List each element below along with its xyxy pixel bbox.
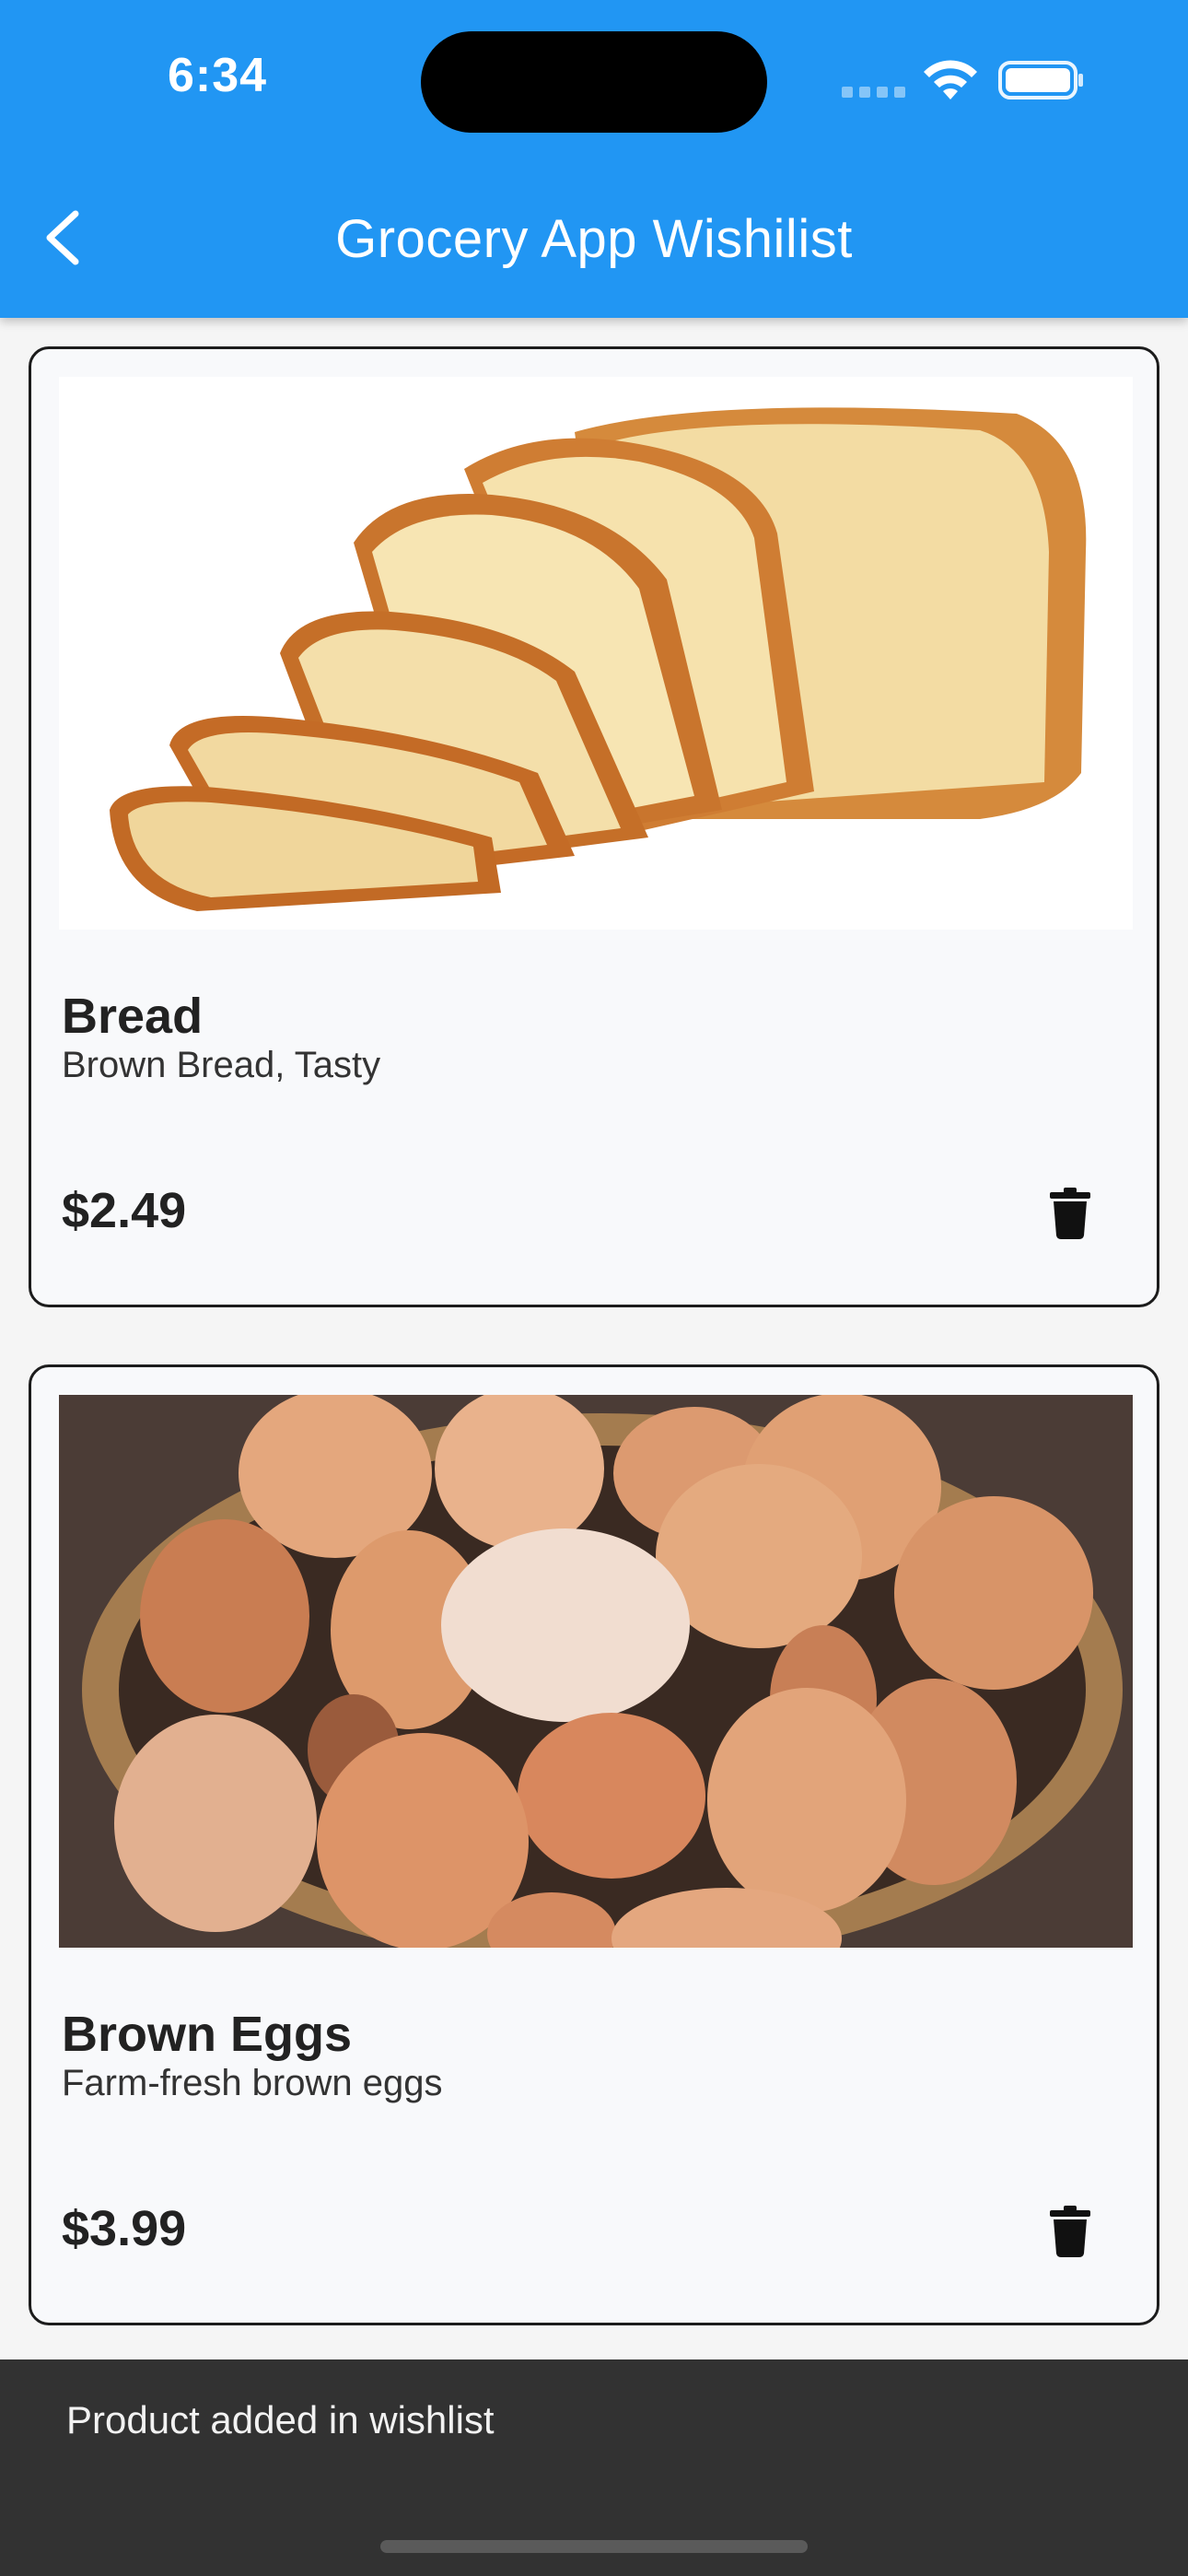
app-bar: 6:34 Grocery App Wishilist (0, 0, 1188, 318)
product-price: $3.99 (62, 2201, 187, 2256)
product-price: $2.49 (62, 1183, 187, 1238)
wishlist-screen: 6:34 Grocery App Wishilist Bread Brown B… (0, 0, 1188, 2576)
page-title: Grocery App Wishilist (335, 209, 853, 269)
delete-button[interactable] (1033, 2195, 1107, 2268)
trash-icon (1050, 1188, 1090, 1239)
product-name: Bread (62, 989, 204, 1044)
brown-eggs-image (59, 1395, 1133, 1948)
product-description: Farm-fresh brown eggs (62, 2063, 443, 2103)
wifi-icon (924, 60, 977, 100)
product-name: Brown Eggs (62, 2007, 353, 2062)
bread-image (59, 377, 1133, 930)
status-time: 6:34 (168, 49, 268, 102)
trash-icon (1050, 2206, 1090, 2257)
home-indicator[interactable] (380, 2540, 808, 2553)
wishlist-card[interactable]: Brown Eggs Farm-fresh brown eggs $3.99 (29, 1364, 1159, 2325)
snackbar-message: Product added in wishlist (66, 2398, 495, 2441)
delete-button[interactable] (1033, 1177, 1107, 1250)
dynamic-island (421, 31, 767, 133)
product-description: Brown Bread, Tasty (62, 1045, 381, 1085)
battery-icon (998, 61, 1083, 100)
cellular-signal-icon (842, 87, 906, 98)
wishlist-card[interactable]: Bread Brown Bread, Tasty $2.49 (29, 346, 1159, 1307)
